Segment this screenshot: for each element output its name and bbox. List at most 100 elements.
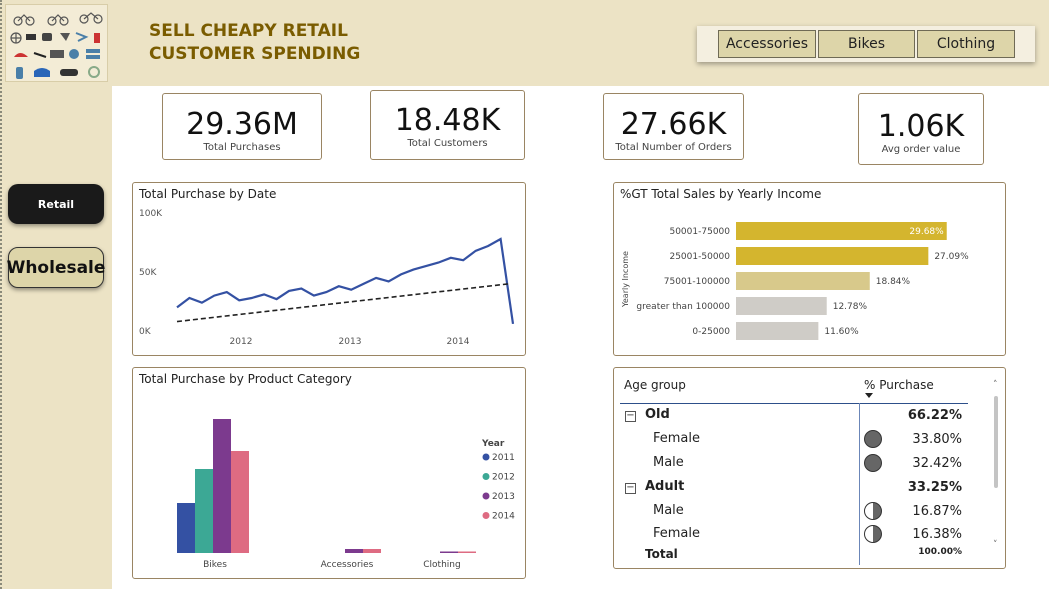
category-label: 50001-75000 [669, 227, 730, 237]
kpi-total-orders: 27.66K Total Number of Orders [603, 93, 744, 160]
full-circle-icon [864, 430, 882, 448]
scroll-down-icon[interactable]: ˅ [993, 540, 998, 550]
legend-marker [482, 492, 490, 500]
legend-marker [482, 512, 490, 519]
half-circle-icon [864, 502, 882, 520]
category-label: 25001-50000 [669, 252, 730, 262]
legend-label: 2013 [492, 492, 515, 502]
column-bar [195, 469, 213, 553]
kpi-total-purchases: 29.36M Total Purchases [162, 93, 322, 160]
column-header-age-group[interactable]: Age group [624, 378, 686, 392]
scroll-up-icon[interactable]: ˄ [993, 380, 998, 390]
data-label: 12.78% [833, 302, 868, 312]
row-adult-male-label: Male [653, 503, 684, 518]
category-label: 75001-100000 [664, 277, 731, 287]
category-label: Accessories [321, 560, 374, 570]
row-total-label: Total [645, 547, 678, 561]
y-tick-label: 50K [139, 268, 157, 278]
slicer-clothing-button[interactable]: Clothing [917, 30, 1015, 58]
line-chart: 0K 50K 100K 2012 2013 2014 [139, 209, 515, 347]
bike-products-logo [5, 4, 108, 82]
x-tick-label: 2012 [230, 337, 253, 347]
collapse-old-icon[interactable]: − [625, 411, 636, 422]
column-bar [458, 551, 476, 553]
row-total-value: 100.00% [918, 547, 962, 557]
collapse-adult-icon[interactable]: − [625, 483, 636, 494]
category-label: Clothing [423, 560, 460, 570]
row-old-value: 66.22% [907, 408, 962, 423]
data-label: 18.84% [876, 277, 911, 287]
legend-marker [482, 453, 490, 461]
kpi-value: 27.66K [620, 107, 727, 142]
full-circle-icon [864, 454, 882, 472]
category-slicer: Accessories Bikes Clothing [697, 26, 1035, 62]
wholesale-nav-button[interactable]: Wholesale [7, 247, 105, 288]
legend-label: 2012 [492, 473, 515, 483]
row-old-female-value: 33.80% [912, 432, 962, 447]
column-bar [345, 549, 363, 553]
purchase-by-category-panel: Total Purchase by Product Category Bikes… [132, 367, 526, 579]
x-tick-label: 2014 [447, 337, 470, 347]
header-divider [620, 403, 968, 404]
row-adult-label: Adult [645, 479, 685, 494]
category-label: Bikes [203, 560, 227, 570]
row-adult-female-label: Female [653, 526, 701, 541]
kpi-label: Total Number of Orders [615, 142, 732, 153]
legend-label: 2014 [492, 512, 515, 522]
y-axis-title: Yearly Income [621, 251, 630, 308]
kpi-avg-order-value: 1.06K Avg order value [858, 93, 984, 165]
kpi-value: 29.36M [186, 107, 298, 142]
data-label: 29.68% [909, 227, 944, 237]
column-bar [177, 503, 195, 553]
row-adult-value: 33.25% [907, 480, 962, 495]
category-label: 0-25000 [692, 327, 730, 337]
kpi-label: Total Customers [407, 138, 488, 149]
income-bar [736, 272, 870, 290]
legend-title: Year [481, 439, 505, 449]
series-line [176, 237, 515, 325]
income-bar-chart: Yearly Income 50001-75000 29.68% 25001-5000… [621, 222, 969, 340]
kpi-value: 1.06K [877, 109, 965, 144]
page-title: SELL CHEAPY RETAIL CUSTOMER SPENDING [149, 20, 360, 66]
y-tick-label: 0K [139, 327, 152, 337]
column-bar [440, 551, 458, 553]
sales-by-income-panel: %GT Total Sales by Yearly Income Yearly … [613, 182, 1006, 356]
kpi-label: Avg order value [881, 144, 961, 155]
logo-icons [10, 12, 103, 79]
data-label: 27.09% [934, 252, 969, 262]
purchase-by-date-panel: Total Purchase by Date 0K 50K 100K 2012 2013… [132, 182, 526, 356]
slicer-accessories-button[interactable]: Accessories [718, 30, 816, 58]
slicer-bikes-button[interactable]: Bikes [818, 30, 915, 58]
scrollbar-thumb[interactable] [994, 396, 998, 488]
category-column-chart: Bikes Accessories Clothing Year 2011 2012 2013… [177, 419, 515, 570]
row-old-male-label: Male [653, 455, 684, 470]
column-bar [231, 451, 249, 553]
age-group-matrix: Age group % Purchase − Old 66.22% Female… [613, 367, 1006, 569]
data-label: 11.60% [824, 327, 859, 337]
income-bar [736, 247, 929, 265]
legend-label: 2011 [492, 453, 515, 463]
row-old-female-label: Female [653, 431, 701, 446]
sidebar-band [0, 0, 112, 589]
row-old-label: Old [645, 407, 670, 422]
row-adult-male-value: 16.87% [912, 504, 962, 519]
kpi-value: 18.48K [394, 103, 501, 138]
y-tick-label: 100K [139, 209, 163, 219]
title-line-1: SELL CHEAPY RETAIL [149, 21, 348, 41]
column-bar [363, 549, 381, 553]
kpi-label: Total Purchases [203, 142, 281, 153]
title-line-2: CUSTOMER SPENDING [149, 44, 361, 64]
category-label: greater than 100000 [636, 302, 730, 312]
row-adult-female-value: 16.38% [912, 527, 962, 542]
trend-line [176, 283, 510, 323]
x-tick-label: 2013 [339, 337, 362, 347]
kpi-total-customers: 18.48K Total Customers [370, 90, 525, 160]
retail-nav-button[interactable]: Retail [8, 184, 104, 224]
column-header-purchase[interactable]: % Purchase [864, 378, 934, 392]
income-bar [736, 322, 819, 340]
sort-desc-icon [865, 393, 873, 398]
row-old-male-value: 32.42% [912, 456, 962, 471]
column-bar [213, 419, 231, 553]
income-bar [736, 297, 827, 315]
half-circle-icon [864, 525, 882, 543]
